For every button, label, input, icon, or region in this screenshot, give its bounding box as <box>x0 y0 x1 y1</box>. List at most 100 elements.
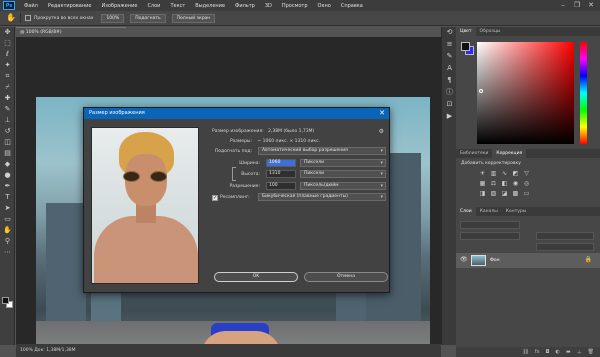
brush-settings-icon[interactable]: ✎ <box>442 51 457 63</box>
width-input[interactable]: 1060 <box>266 159 296 167</box>
lasso-tool-icon[interactable]: ℓ <box>0 49 15 60</box>
height-input[interactable]: 1310 <box>266 170 296 178</box>
image-preview[interactable] <box>91 127 199 284</box>
properties-icon[interactable]: ≡ <box>442 39 457 51</box>
layer-filter-dropdown[interactable] <box>460 221 520 229</box>
mask-icon[interactable]: ◘ <box>546 349 550 355</box>
curves-icon[interactable]: ∿ <box>500 170 509 178</box>
menu-3d[interactable]: 3D <box>265 3 272 9</box>
menu-file[interactable]: Файл <box>24 3 38 9</box>
more-tools-icon[interactable]: ⋯ <box>0 247 15 258</box>
menu-view[interactable]: Просмотр <box>282 3 308 9</box>
tab-libraries[interactable]: Библиотеки <box>456 149 492 158</box>
tab-paths[interactable]: Контуры <box>502 207 531 216</box>
color-balance-icon[interactable]: ⚖ <box>489 180 498 188</box>
tab-channels[interactable]: Каналы <box>476 207 502 216</box>
brush-tool-icon[interactable]: ✎ <box>0 104 15 115</box>
menu-filter[interactable]: Фильтр <box>235 3 255 9</box>
foreground-color-swatch[interactable] <box>461 42 470 51</box>
pen-tool-icon[interactable]: ✒ <box>0 181 15 192</box>
folder-icon[interactable]: ▬ <box>566 349 571 355</box>
history-icon[interactable]: ⟲ <box>442 27 457 39</box>
type-tool-icon[interactable]: T <box>0 192 15 203</box>
menu-layers[interactable]: Слои <box>147 3 160 9</box>
vibrance-icon[interactable]: ▽ <box>522 170 531 178</box>
resample-dropdown[interactable]: Бикубическая (плавные градиенты) <box>258 193 386 201</box>
opacity-field[interactable] <box>536 232 594 240</box>
history-brush-icon[interactable]: ↺ <box>0 126 15 137</box>
paragraph-icon[interactable]: ¶ <box>442 75 457 87</box>
info-icon[interactable]: ⓘ <box>442 87 457 99</box>
blend-mode-dropdown[interactable] <box>460 232 520 240</box>
picker-cursor[interactable] <box>479 89 483 93</box>
lock-icon[interactable]: 🔒 <box>585 256 592 263</box>
resample-checkbox[interactable]: ✓ <box>212 195 218 201</box>
fit-to-dropdown[interactable]: Автоматический выбор разрешения <box>258 147 386 155</box>
minimize-icon[interactable]: – <box>556 0 570 11</box>
shape-tool-icon[interactable]: ▭ <box>0 214 15 225</box>
tab-layers[interactable]: Слои <box>456 207 476 216</box>
actions-icon[interactable]: ▶ <box>442 111 457 123</box>
brightness-icon[interactable]: ☀ <box>478 170 487 178</box>
gradient-map-icon[interactable]: ▭ <box>522 190 531 198</box>
width-unit-dropdown[interactable]: Пиксели <box>300 159 386 167</box>
hue-slider[interactable] <box>580 42 587 144</box>
zoom-100-button[interactable]: 100% <box>101 13 125 23</box>
eye-icon[interactable]: 👁 <box>460 256 468 263</box>
photo-filter-icon[interactable]: ◉ <box>511 180 520 188</box>
healing-brush-icon[interactable]: ✚ <box>0 93 15 104</box>
eyedropper-icon[interactable]: ⌿ <box>0 82 15 93</box>
marquee-tool-icon[interactable]: ⬚ <box>0 38 15 49</box>
adjustment-layer-icon[interactable]: ◐ <box>556 349 560 355</box>
fill-screen-button[interactable]: Полный экран <box>171 13 216 23</box>
black-white-icon[interactable]: ◧ <box>500 180 509 188</box>
color-picker-field[interactable] <box>477 42 574 144</box>
menu-help[interactable]: Справка <box>341 3 363 9</box>
menu-type[interactable]: Текст <box>170 3 185 9</box>
menu-edit[interactable]: Редактирование <box>48 3 92 9</box>
zoom-tool-icon[interactable]: ⚲ <box>0 236 15 247</box>
channel-mixer-icon[interactable]: ◎ <box>522 180 531 188</box>
crop-tool-icon[interactable]: ⌗ <box>0 71 15 82</box>
tab-swatches[interactable]: Образцы <box>476 27 505 36</box>
fit-screen-button[interactable]: Подогнать <box>130 13 166 23</box>
selective-color-icon[interactable]: ▩ <box>511 190 520 198</box>
tab-color[interactable]: Цвет <box>456 27 476 36</box>
eraser-icon[interactable]: ◫ <box>0 137 15 148</box>
close-icon[interactable]: ✕ <box>379 108 385 119</box>
menu-window[interactable]: Окно <box>318 3 331 9</box>
layer-row[interactable]: 👁 Фон 🔒 <box>456 253 600 268</box>
character-icon[interactable]: A <box>442 63 457 75</box>
new-layer-icon[interactable]: ＋ <box>577 349 582 356</box>
levels-icon[interactable]: ▥ <box>489 170 498 178</box>
close-icon[interactable]: ✕ <box>584 0 598 11</box>
hand-tool-icon[interactable]: ✋ <box>0 225 15 236</box>
gradient-icon[interactable]: ▤ <box>0 148 15 159</box>
dodge-tool-icon[interactable]: ● <box>0 170 15 181</box>
height-unit-dropdown[interactable]: Пиксели <box>300 170 386 178</box>
exposure-icon[interactable]: ◩ <box>511 170 520 178</box>
path-select-icon[interactable]: ➤ <box>0 203 15 214</box>
resolution-unit-dropdown[interactable]: Пиксель/дюйм <box>300 182 386 190</box>
fill-field[interactable] <box>536 243 594 251</box>
cancel-button[interactable]: Отмена <box>304 272 388 282</box>
menu-image[interactable]: Изображение <box>101 3 137 9</box>
trash-icon[interactable]: 🗑 <box>588 349 594 355</box>
threshold-icon[interactable]: ◪ <box>500 190 509 198</box>
tab-adjustments[interactable]: Коррекция <box>492 149 527 158</box>
ok-button[interactable]: OK <box>214 272 298 282</box>
hue-saturation-icon[interactable]: ▦ <box>478 180 487 188</box>
move-tool-icon[interactable]: ✥ <box>0 27 15 38</box>
document-tab[interactable]: @ 100% (RGB/8#) <box>16 27 126 37</box>
foreground-color-swatch[interactable] <box>2 297 9 304</box>
scroll-all-checkbox[interactable] <box>25 15 31 21</box>
clone-stamp-icon[interactable]: ⊥ <box>0 115 15 126</box>
gear-icon[interactable]: ⚙ <box>379 127 384 136</box>
hand-tool-icon[interactable]: ✋ <box>6 13 16 23</box>
menu-select[interactable]: Выделение <box>195 3 225 9</box>
navigator-icon[interactable]: ⊡ <box>442 99 457 111</box>
link-layers-icon[interactable]: ⛓ <box>522 349 528 355</box>
fx-icon[interactable]: fx <box>535 349 540 355</box>
maximize-icon[interactable]: ❐ <box>570 0 584 11</box>
blur-tool-icon[interactable]: ◆ <box>0 159 15 170</box>
